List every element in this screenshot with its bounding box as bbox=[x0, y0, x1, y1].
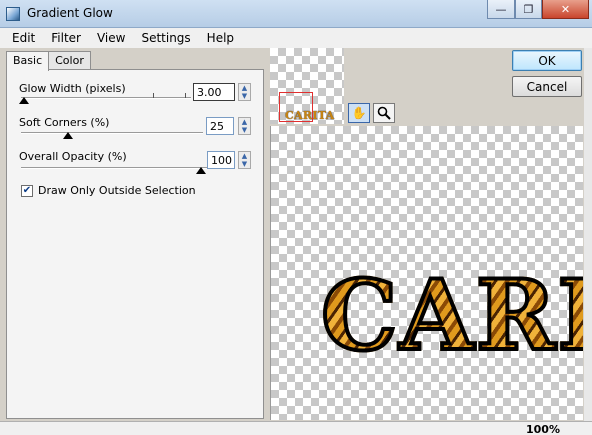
menu-edit[interactable]: Edit bbox=[4, 31, 43, 45]
hand-icon: ✋ bbox=[351, 106, 367, 120]
menu-filter[interactable]: Filter bbox=[43, 31, 89, 45]
cancel-button[interactable]: Cancel bbox=[512, 76, 582, 97]
soft-corners-spinner[interactable]: ▲ ▼ bbox=[238, 117, 251, 135]
draw-only-outside-label: Draw Only Outside Selection bbox=[38, 184, 196, 197]
slider-tick bbox=[153, 93, 154, 98]
basic-settings-panel: Glow Width (pixels) 3.00 ▲ ▼ Soft Corners… bbox=[6, 69, 264, 419]
tab-strip: Basic Color bbox=[6, 51, 91, 71]
overall-opacity-slider[interactable] bbox=[21, 167, 207, 169]
title-bar: Gradient Glow — ❐ ✕ bbox=[0, 0, 592, 28]
preview-text: CARI bbox=[319, 266, 583, 366]
menu-bar: Edit Filter View Settings Help bbox=[0, 28, 592, 48]
ok-button[interactable]: OK bbox=[512, 50, 582, 71]
zoom-level: 100% bbox=[526, 423, 560, 435]
magnifier-icon bbox=[377, 106, 391, 120]
draw-only-outside-checkbox[interactable]: ✔ bbox=[21, 185, 33, 197]
menu-help[interactable]: Help bbox=[199, 31, 242, 45]
tab-color[interactable]: Color bbox=[48, 51, 91, 70]
menu-settings[interactable]: Settings bbox=[133, 31, 198, 45]
tab-basic[interactable]: Basic bbox=[6, 51, 50, 71]
glow-width-input[interactable]: 3.00 bbox=[193, 83, 235, 101]
hand-tool-button[interactable]: ✋ bbox=[348, 103, 370, 123]
view-frame[interactable] bbox=[279, 92, 313, 122]
glow-width-label: Glow Width (pixels) bbox=[19, 82, 126, 95]
maximize-button[interactable]: ❐ bbox=[515, 0, 542, 19]
zoom-tool-button[interactable] bbox=[373, 103, 395, 123]
minimize-button[interactable]: — bbox=[487, 0, 515, 19]
app-icon bbox=[6, 7, 20, 21]
preview-canvas[interactable]: CARI bbox=[270, 126, 583, 420]
glow-width-slider[interactable] bbox=[21, 97, 191, 99]
close-button[interactable]: ✕ bbox=[542, 0, 589, 19]
overall-opacity-label: Overall Opacity (%) bbox=[19, 150, 127, 163]
navigator-thumbnail[interactable]: CARITA bbox=[270, 48, 344, 124]
soft-corners-slider[interactable] bbox=[21, 132, 203, 134]
status-bar: 100% bbox=[0, 421, 592, 435]
soft-corners-label: Soft Corners (%) bbox=[19, 116, 110, 129]
glow-width-spinner[interactable]: ▲ ▼ bbox=[238, 83, 251, 101]
menu-view[interactable]: View bbox=[89, 31, 133, 45]
soft-corners-slider-thumb[interactable] bbox=[63, 132, 73, 139]
preview-scrollbar[interactable] bbox=[584, 48, 592, 422]
glow-width-slider-thumb[interactable] bbox=[19, 97, 29, 104]
slider-tick bbox=[185, 93, 186, 98]
overall-opacity-slider-thumb[interactable] bbox=[196, 167, 206, 174]
window-title: Gradient Glow bbox=[27, 6, 113, 20]
overall-opacity-spinner[interactable]: ▲ ▼ bbox=[238, 151, 251, 169]
overall-opacity-input[interactable]: 100 bbox=[207, 151, 235, 169]
soft-corners-input[interactable]: 25 bbox=[206, 117, 234, 135]
